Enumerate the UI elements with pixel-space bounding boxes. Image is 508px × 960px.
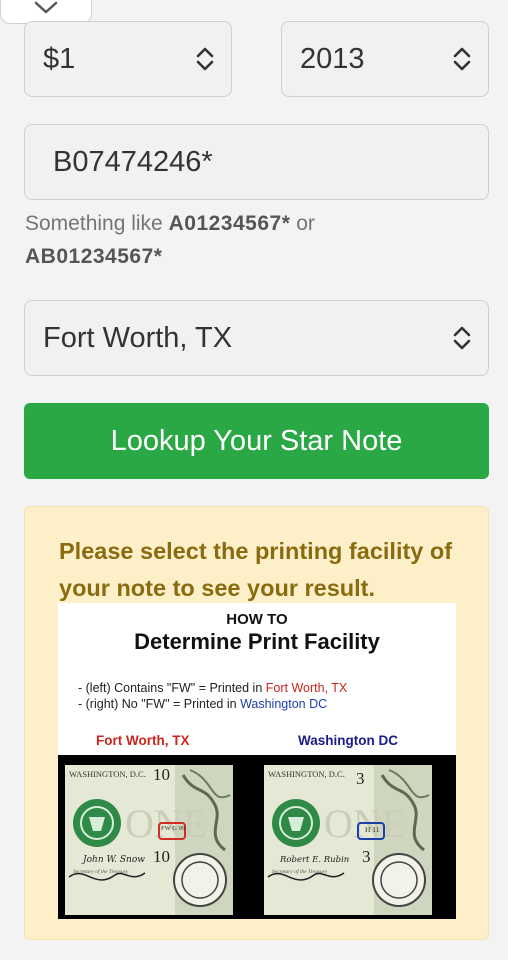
bill-washington-image: ONE WASHINGTON, D.C. 3 H 11 3 Robert E. … <box>264 765 432 915</box>
bill-fort-worth-image: ONE WASHINGTON, D.C. 10 FW G 99 10 John … <box>65 765 233 915</box>
bill-left-caption: Secretary of the Treasury <box>73 869 129 875</box>
bill-right-caption: Secretary of the Treasury <box>272 869 328 875</box>
denomination-value: $1 <box>43 42 76 75</box>
facility-value: Fort Worth, TX <box>43 321 233 354</box>
updown-chevron-icon <box>453 326 471 350</box>
guide-line-right: - (right) No "FW" = Printed in Washingto… <box>78 697 327 711</box>
lookup-star-note-button[interactable]: Lookup Your Star Note <box>24 403 489 479</box>
print-facility-guide: HOW TO Determine Print Facility - (left)… <box>58 603 456 919</box>
chevron-down-icon <box>34 1 58 14</box>
bill-left-number-bottom: 10 <box>153 847 170 866</box>
guide-line-left: - (left) Contains "FW" = Printed in Fort… <box>78 681 347 695</box>
hint-example-1: A01234567* <box>168 212 291 235</box>
facility-select[interactable]: Fort Worth, TX <box>24 300 489 376</box>
bill-right-number-bottom: 3 <box>362 847 371 866</box>
guide-line1-prefix: - (left) Contains "FW" = Printed in <box>78 681 263 695</box>
facility-notice: Please select the printing facility of y… <box>24 506 489 940</box>
label-fort-worth: Fort Worth, TX <box>96 733 190 748</box>
guide-line2-prefix: - (right) No "FW" = Printed in <box>78 697 237 711</box>
bill-left-city: WASHINGTON, D.C. <box>69 769 146 779</box>
bill-right-facility-mark: H 11 <box>365 825 380 834</box>
notice-message: Please select the printing facility of y… <box>59 538 453 601</box>
guide-title: Determine Print Facility <box>134 629 380 654</box>
bill-left-facility-mark: FW G 99 <box>161 825 186 832</box>
guide-how-to: HOW TO <box>226 611 288 628</box>
bill-right-number-top: 3 <box>356 769 365 788</box>
series-select[interactable]: 2013 <box>281 21 489 97</box>
guide-line1-place: Fort Worth, TX <box>265 681 348 695</box>
denomination-select[interactable]: $1 <box>24 21 232 97</box>
hint-prefix: Something like <box>25 212 163 235</box>
bill-comparison: ONE WASHINGTON, D.C. 10 FW G 99 10 John … <box>58 755 456 919</box>
label-washington: Washington DC <box>298 733 398 748</box>
bill-right-signature: Robert E. Rubin <box>280 855 350 865</box>
serial-format-hint: Something like A01234567* or AB01234567* <box>25 207 465 273</box>
updown-chevron-icon <box>453 47 471 71</box>
serial-number-input[interactable]: B07474246* <box>24 124 489 200</box>
bill-left-number-top: 10 <box>153 765 170 784</box>
dollar-bill-icon: ONE <box>264 765 432 915</box>
hint-example-2: AB01234567* <box>25 245 163 268</box>
bill-right-city: WASHINGTON, D.C. <box>268 769 345 779</box>
guide-line2-place: Washington DC <box>240 697 328 711</box>
serial-number-value: B07474246* <box>53 145 213 178</box>
dollar-bill-icon: ONE <box>65 765 233 915</box>
updown-chevron-icon <box>196 47 214 71</box>
hint-connector: or <box>296 212 315 235</box>
series-value: 2013 <box>300 42 365 75</box>
bill-left-signature: John W. Snow <box>83 855 145 865</box>
